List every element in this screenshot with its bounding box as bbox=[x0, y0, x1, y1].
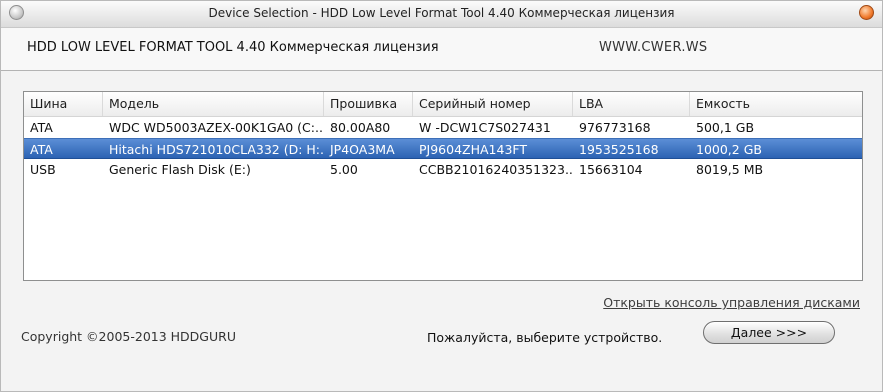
cell-model: WDC WD5003AZEX-00K1GA0 (C:... bbox=[109, 120, 324, 135]
window-title: Device Selection - HDD Low Level Format … bbox=[208, 6, 675, 20]
cell-model: Generic Flash Disk (E:) bbox=[109, 162, 251, 177]
copyright-label: Copyright ©2005-2013 HDDGURU bbox=[21, 329, 236, 344]
next-button[interactable]: Далее >>> bbox=[703, 321, 835, 344]
open-disk-management-link[interactable]: Открыть консоль управления дисками bbox=[603, 295, 860, 310]
product-title: HDD LOW LEVEL FORMAT TOOL 4.40 Коммерчес… bbox=[27, 40, 439, 55]
column-header-firmware[interactable]: Прошивка bbox=[324, 92, 413, 116]
cell-capacity: 8019,5 MB bbox=[696, 162, 764, 177]
table-row[interactable]: ATA WDC WD5003AZEX-00K1GA0 (C:... 80.00A… bbox=[24, 117, 862, 138]
cell-bus: ATA bbox=[30, 142, 53, 157]
cell-bus: USB bbox=[30, 162, 56, 177]
close-icon[interactable] bbox=[859, 5, 874, 20]
cell-serial: CCBB21016240351323... bbox=[419, 162, 573, 177]
website-label: WWW.CWER.WS bbox=[599, 40, 708, 55]
cell-bus: ATA bbox=[30, 120, 53, 135]
device-table[interactable]: Шина Модель Прошивка Серийный номер LBA … bbox=[23, 91, 863, 281]
cell-serial: PJ9604ZHA143FT bbox=[419, 142, 528, 157]
cell-firmware: 5.00 bbox=[330, 162, 358, 177]
header-bar: HDD LOW LEVEL FORMAT TOOL 4.40 Коммерчес… bbox=[1, 28, 882, 71]
cell-capacity: 1000,2 GB bbox=[696, 142, 762, 157]
status-message: Пожалуйста, выберите устройство. bbox=[427, 330, 663, 345]
device-selection-window: Device Selection - HDD Low Level Format … bbox=[0, 0, 883, 392]
cell-lba: 1953525168 bbox=[579, 142, 659, 157]
cell-firmware: 80.00A80 bbox=[330, 120, 391, 135]
column-header-lba[interactable]: LBA bbox=[573, 92, 690, 116]
column-header-capacity[interactable]: Емкость bbox=[690, 92, 862, 116]
cell-firmware: JP4OA3MA bbox=[330, 142, 395, 157]
cell-lba: 976773168 bbox=[579, 120, 651, 135]
table-header: Шина Модель Прошивка Серийный номер LBA … bbox=[24, 92, 862, 117]
cell-lba: 15663104 bbox=[579, 162, 643, 177]
column-header-serial[interactable]: Серийный номер bbox=[413, 92, 573, 116]
column-header-model[interactable]: Модель bbox=[103, 92, 324, 116]
cell-serial: W -DCW1C7S027431 bbox=[419, 120, 551, 135]
table-row[interactable]: USB Generic Flash Disk (E:) 5.00 CCBB210… bbox=[24, 159, 862, 180]
table-row-selected[interactable]: ATA Hitachi HDS721010CLA332 (D: H:... JP… bbox=[24, 138, 862, 159]
cell-capacity: 500,1 GB bbox=[696, 120, 755, 135]
cell-model: Hitachi HDS721010CLA332 (D: H:... bbox=[109, 142, 324, 157]
title-bar[interactable]: Device Selection - HDD Low Level Format … bbox=[1, 1, 882, 28]
column-header-bus[interactable]: Шина bbox=[24, 92, 103, 116]
